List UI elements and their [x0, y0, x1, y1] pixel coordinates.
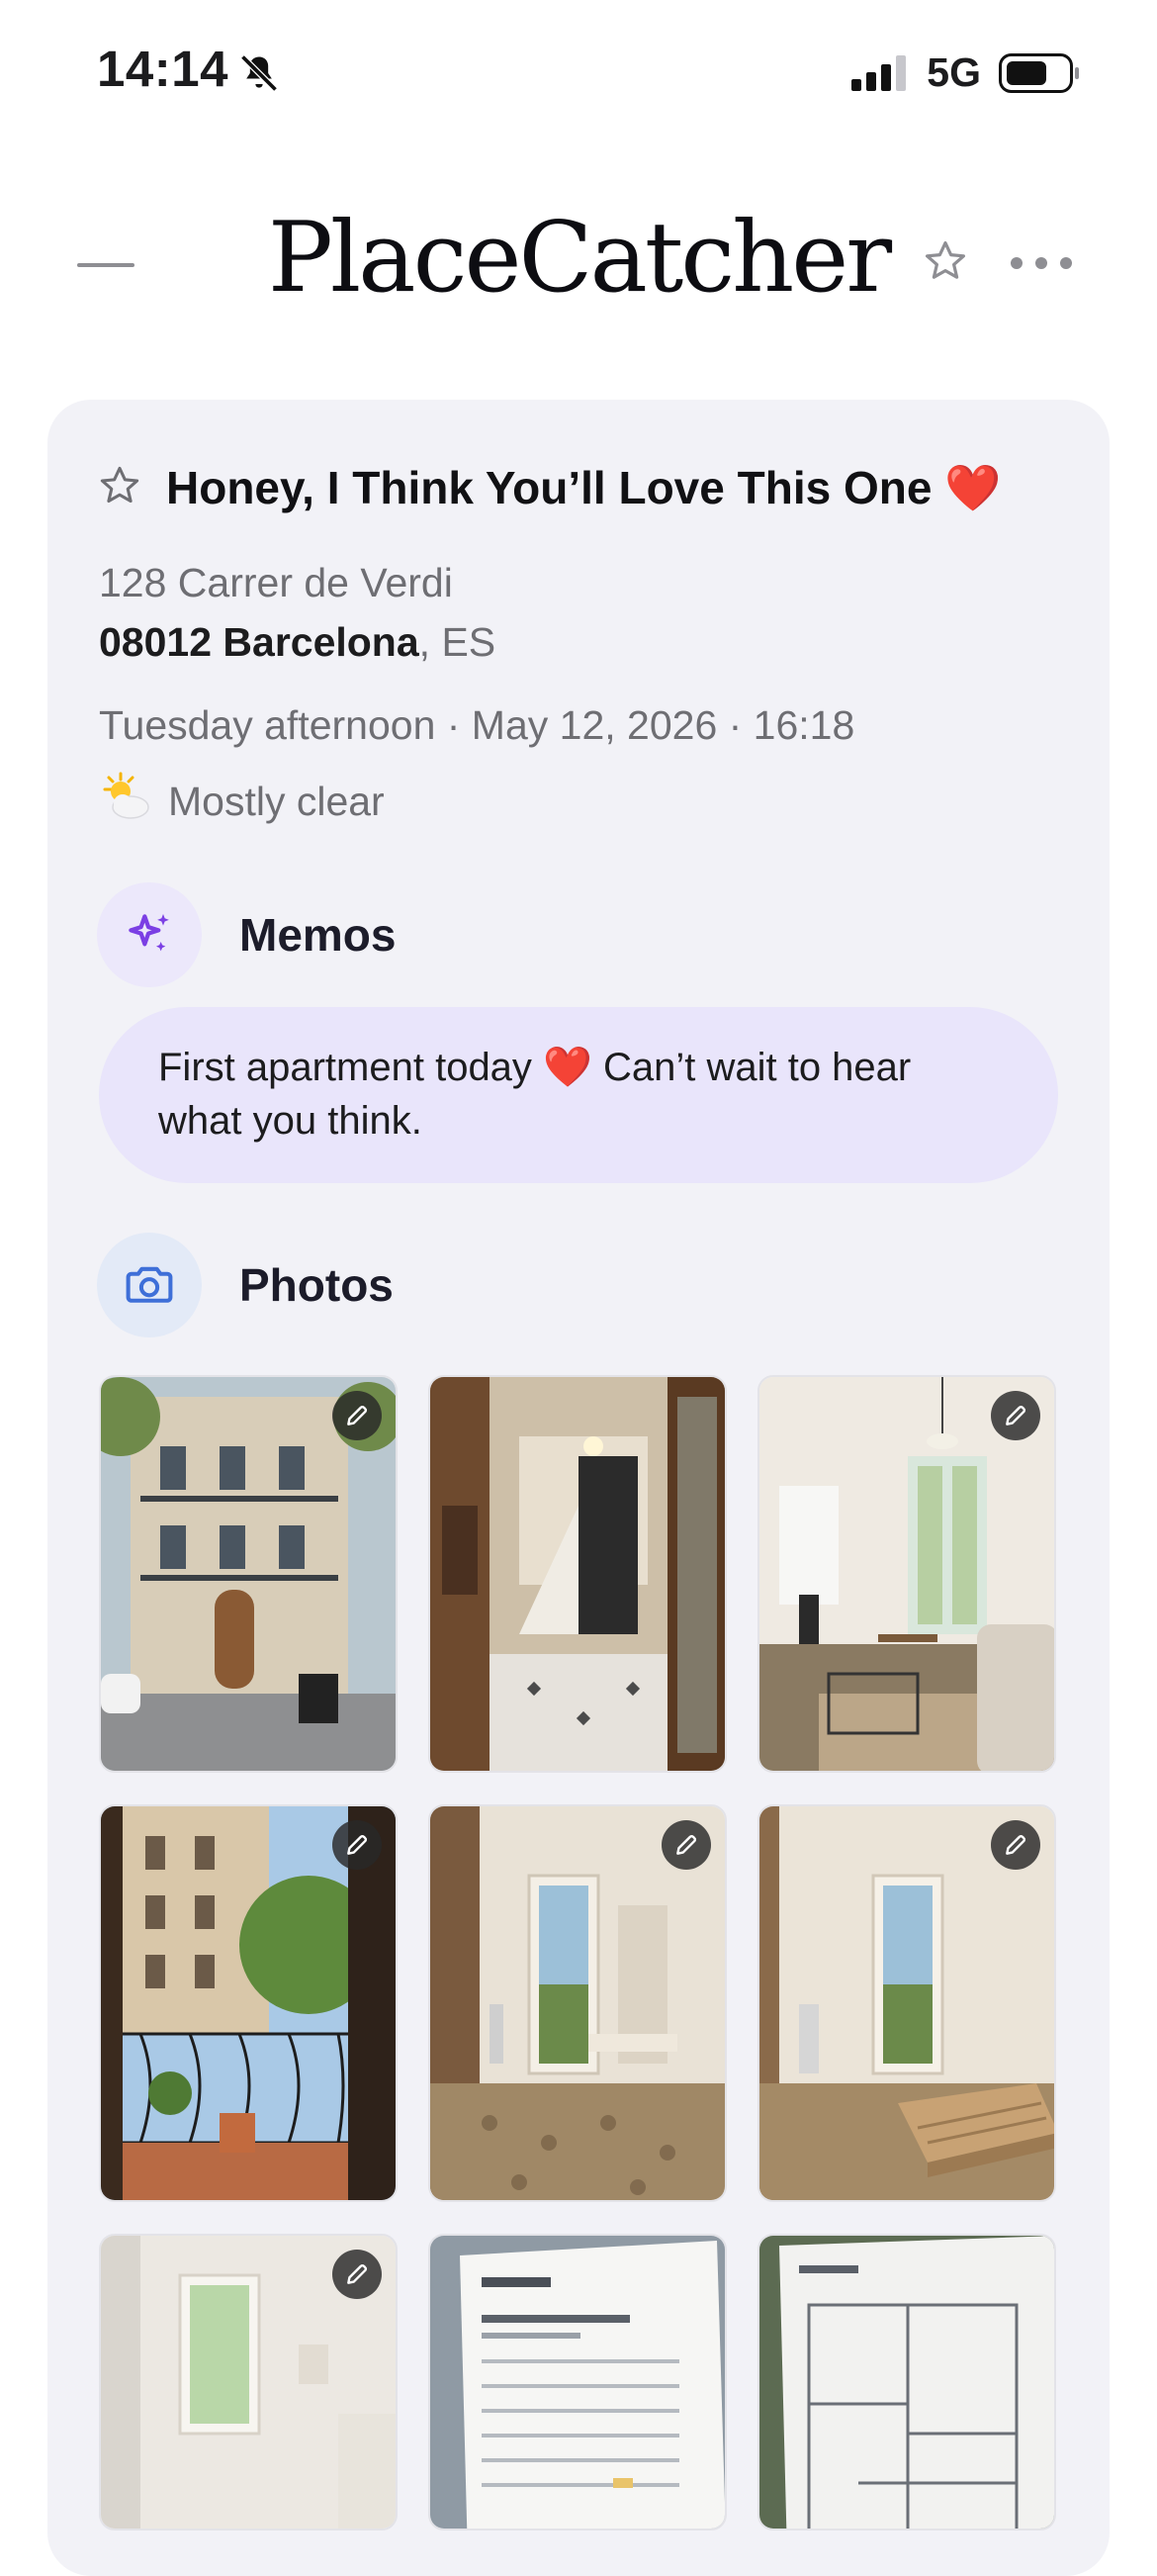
pencil-icon[interactable] — [332, 1391, 382, 1440]
more-dots-icon[interactable] — [1009, 255, 1074, 276]
status-right-group: 5G — [851, 49, 1080, 96]
photo-balcony-view[interactable] — [99, 1804, 398, 2202]
sun-behind-cloud-icon — [99, 772, 152, 831]
memos-label: Memos — [239, 909, 397, 961]
weather-text: Mostly clear — [168, 778, 385, 824]
sparkles-icon — [97, 882, 202, 987]
favorite-star-icon[interactable] — [97, 463, 142, 513]
status-time: 14:14 — [97, 41, 228, 97]
entry-datetime: Tuesday afternoon · May 12, 2026 · 16:18 — [99, 702, 855, 748]
star-outline-icon[interactable] — [922, 237, 969, 290]
signal-icon — [851, 54, 907, 91]
entry-title: Honey, I Think You’ll Love This One ❤️ — [166, 462, 1002, 513]
bell-slash-icon — [237, 51, 281, 100]
address-country: , ES — [418, 619, 496, 665]
photo-floor-plan[interactable] — [757, 2234, 1056, 2530]
battery-icon — [999, 52, 1079, 93]
weather-row: Mostly clear — [99, 772, 385, 831]
photos-section-header: Photos — [97, 1233, 394, 1337]
photo-living-room[interactable] — [757, 1375, 1056, 1773]
network-type: 5G — [927, 49, 981, 95]
pencil-icon[interactable] — [662, 1820, 711, 1870]
pencil-icon[interactable] — [991, 1391, 1040, 1440]
memos-section-header: Memos — [97, 882, 396, 987]
address-city-line: 08012 Barcelona, ES — [99, 619, 495, 666]
pencil-icon[interactable] — [332, 1820, 382, 1870]
entry-title-row: Honey, I Think You’ll Love This One ❤️ — [97, 461, 1002, 515]
app-brand-title: PlaceCatcher — [267, 202, 892, 315]
address-postal-city: 08012 Barcelona — [99, 619, 419, 665]
camera-icon — [97, 1233, 202, 1337]
address-street: 128 Carrer de Verdi — [99, 560, 453, 605]
memo-bubble[interactable]: First apartment today ❤️ Can’t wait to h… — [99, 1007, 1058, 1183]
photo-building-exterior[interactable] — [99, 1375, 398, 1773]
pencil-icon[interactable] — [332, 2250, 382, 2299]
pencil-icon[interactable] — [991, 1820, 1040, 1870]
photos-label: Photos — [239, 1259, 394, 1311]
photo-bedroom-window[interactable] — [428, 1804, 727, 2202]
photo-apartment-summary-sheet[interactable] — [428, 2234, 727, 2530]
photo-entrance-stairwell[interactable] — [428, 1375, 727, 1773]
photo-bedroom-bed-frame[interactable] — [757, 1804, 1056, 2202]
photo-bathroom[interactable] — [99, 2234, 398, 2530]
